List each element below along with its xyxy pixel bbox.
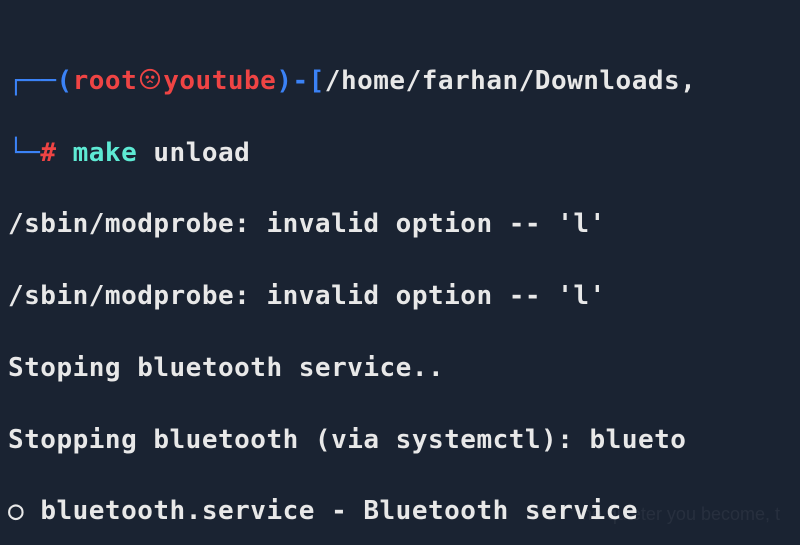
status-bullet-icon: ○ (8, 496, 40, 526)
prompt-cwd: /home/farhan/Downloads, (325, 66, 697, 96)
command-name: make (73, 138, 138, 168)
prompt-corner: ┌── (8, 66, 56, 96)
output-line: Stoping bluetooth service.. (8, 351, 800, 387)
terminal[interactable]: ┌──(root youtube)-[/home/farhan/Downloads… (0, 0, 800, 545)
prompt-open-paren: ( (56, 66, 72, 96)
command-arg: unload (137, 138, 250, 168)
prompt-close-paren: ) (276, 66, 292, 96)
prompt-host: youtube (163, 66, 276, 96)
service-name: bluetooth.service - Bluetooth service (40, 496, 638, 526)
prompt-line-2: └─# make unload (8, 136, 800, 172)
output-line: /sbin/modprobe: invalid option -- 'l' (8, 279, 800, 315)
prompt-elbow: └─ (8, 138, 40, 168)
kali-tagline: "the quieter you become, t (570, 502, 780, 527)
prompt-line-1: ┌──(root youtube)-[/home/farhan/Downloads… (8, 64, 800, 100)
output-line: /sbin/modprobe: invalid option -- 'l' (8, 207, 800, 243)
prompt-hash: # (40, 138, 56, 168)
skull-icon (137, 66, 163, 96)
prompt-sep: - (292, 66, 308, 96)
prompt-user: root (73, 66, 138, 96)
output-line: Stopping bluetooth (via systemctl): blue… (8, 423, 800, 459)
prompt-open-bracket: [ (309, 66, 325, 96)
